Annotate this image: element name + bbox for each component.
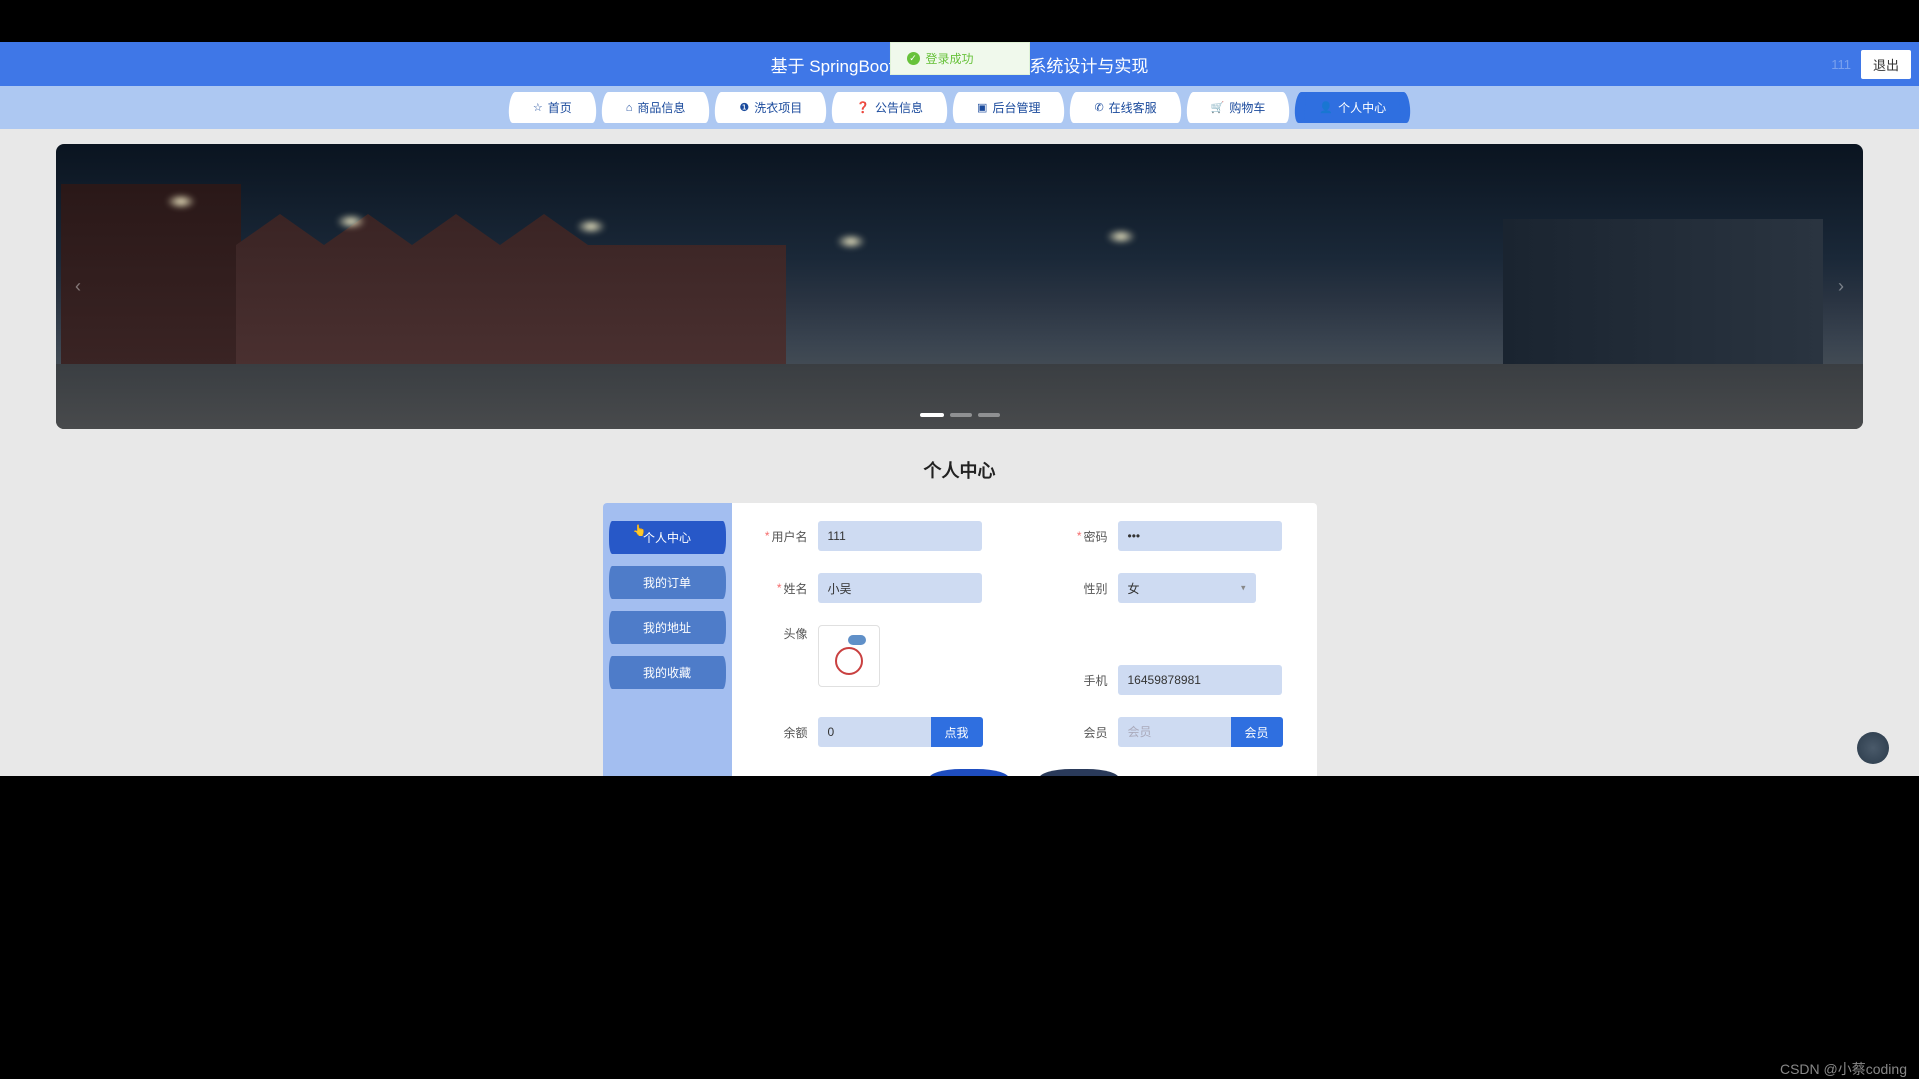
nav-laundry[interactable]: ❶ 洗衣项目 [721,92,820,123]
balance-input[interactable] [818,717,931,747]
gender-select[interactable] [1118,573,1256,603]
profile-card: 👆 个人中心 我的订单 我的地址 我的收藏 *用户名 *密码 [603,503,1317,811]
side-profile[interactable]: 👆 个人中心 [613,521,722,554]
side-address[interactable]: 我的地址 [613,611,722,644]
nav-label: 个人中心 [1338,99,1386,116]
carousel-dots [920,413,1000,417]
content-area: ‹ › 个人中心 👆 个人中心 我的订单 我的地址 我的收藏 [0,129,1919,811]
phone-input[interactable] [1118,665,1282,695]
main-navbar: ☆ 首页 ⌂ 商品信息 ❶ 洗衣项目 ❓ 公告信息 ▣ 后台管理 ✆ 在线客服 🛒 购物车 👤… [0,86,1919,129]
balance-label: 余额 [762,724,818,741]
password-input[interactable] [1118,521,1282,551]
watermark: CSDN @小蔡coding [1780,1059,1907,1079]
balance-button[interactable]: 点我 [931,717,983,747]
avatar-label: 头像 [762,625,818,642]
check-icon: ✓ [906,52,919,65]
carousel-dot-1[interactable] [920,413,944,417]
cursor-icon: 👆 [633,524,647,537]
member-label: 会员 [1062,724,1118,741]
info-icon: ❶ [739,101,749,114]
header-username: 111 [1831,57,1851,72]
nav-label: 首页 [548,99,572,116]
side-label: 我的订单 [643,576,691,590]
nav-label: 后台管理 [992,99,1040,116]
nav-label: 购物车 [1229,99,1265,116]
side-label: 我的收藏 [643,666,691,680]
nav-profile[interactable]: 👤 个人中心 [1301,92,1404,123]
nav-notice[interactable]: ❓ 公告信息 [838,92,941,123]
username-label: *用户名 [762,528,818,545]
carousel-next-button[interactable]: › [1829,275,1853,299]
side-label: 我的地址 [643,621,691,635]
nav-label: 在线客服 [1109,99,1157,116]
person-icon: 👤 [1319,101,1333,114]
nav-label: 公告信息 [875,99,923,116]
nav-label: 商品信息 [637,99,685,116]
member-button[interactable]: 会员 [1231,717,1283,747]
header-right: 111 退出 [1831,50,1911,79]
side-orders[interactable]: 我的订单 [613,566,722,599]
side-label: 个人中心 [643,531,691,545]
page-title: 个人中心 [56,457,1863,483]
logout-button[interactable]: 退出 [1861,50,1911,79]
toast-text: 登录成功 [925,50,973,67]
avatar-upload[interactable] [818,625,880,687]
letterbox-top [0,0,1919,42]
star-icon: ☆ [533,101,543,114]
app-wrapper: ✓ 登录成功 基于 SpringBoot的干洗店预约洗衣系统设计与实现 111 … [0,42,1919,776]
panel-icon: ▣ [977,101,987,114]
nav-admin[interactable]: ▣ 后台管理 [959,92,1058,123]
gender-label: 性别 [1062,580,1118,597]
member-input[interactable] [1118,717,1231,747]
house-icon: ⌂ [626,102,633,114]
carousel-prev-button[interactable]: ‹ [66,275,90,299]
cart-icon: 🛒 [1211,101,1225,114]
nav-cart[interactable]: 🛒 购物车 [1193,92,1284,123]
nav-service[interactable]: ✆ 在线客服 [1076,92,1174,123]
nav-home[interactable]: ☆ 首页 [515,92,590,123]
password-label: *密码 [1062,528,1118,545]
login-success-toast: ✓ 登录成功 [889,42,1029,75]
nav-products[interactable]: ⌂ 商品信息 [608,92,704,123]
realname-label: *姓名 [762,580,818,597]
banner-carousel: ‹ › [56,144,1863,429]
carousel-dot-2[interactable] [950,413,972,417]
realname-input[interactable] [818,573,982,603]
carousel-dot-3[interactable] [978,413,1000,417]
phone-label: 手机 [1062,672,1118,689]
form-area: *用户名 *密码 *姓名 性别 [732,503,1317,811]
phone-icon: ✆ [1094,101,1103,114]
letterbox-bottom [0,776,1919,1079]
avatar-image [830,637,868,675]
side-menu: 👆 个人中心 我的订单 我的地址 我的收藏 [603,503,732,811]
side-favorites[interactable]: 我的收藏 [613,656,722,689]
question-icon: ❓ [856,101,870,114]
nav-label: 洗衣项目 [754,99,802,116]
username-input[interactable] [818,521,982,551]
floating-avatar-button[interactable] [1857,732,1889,764]
